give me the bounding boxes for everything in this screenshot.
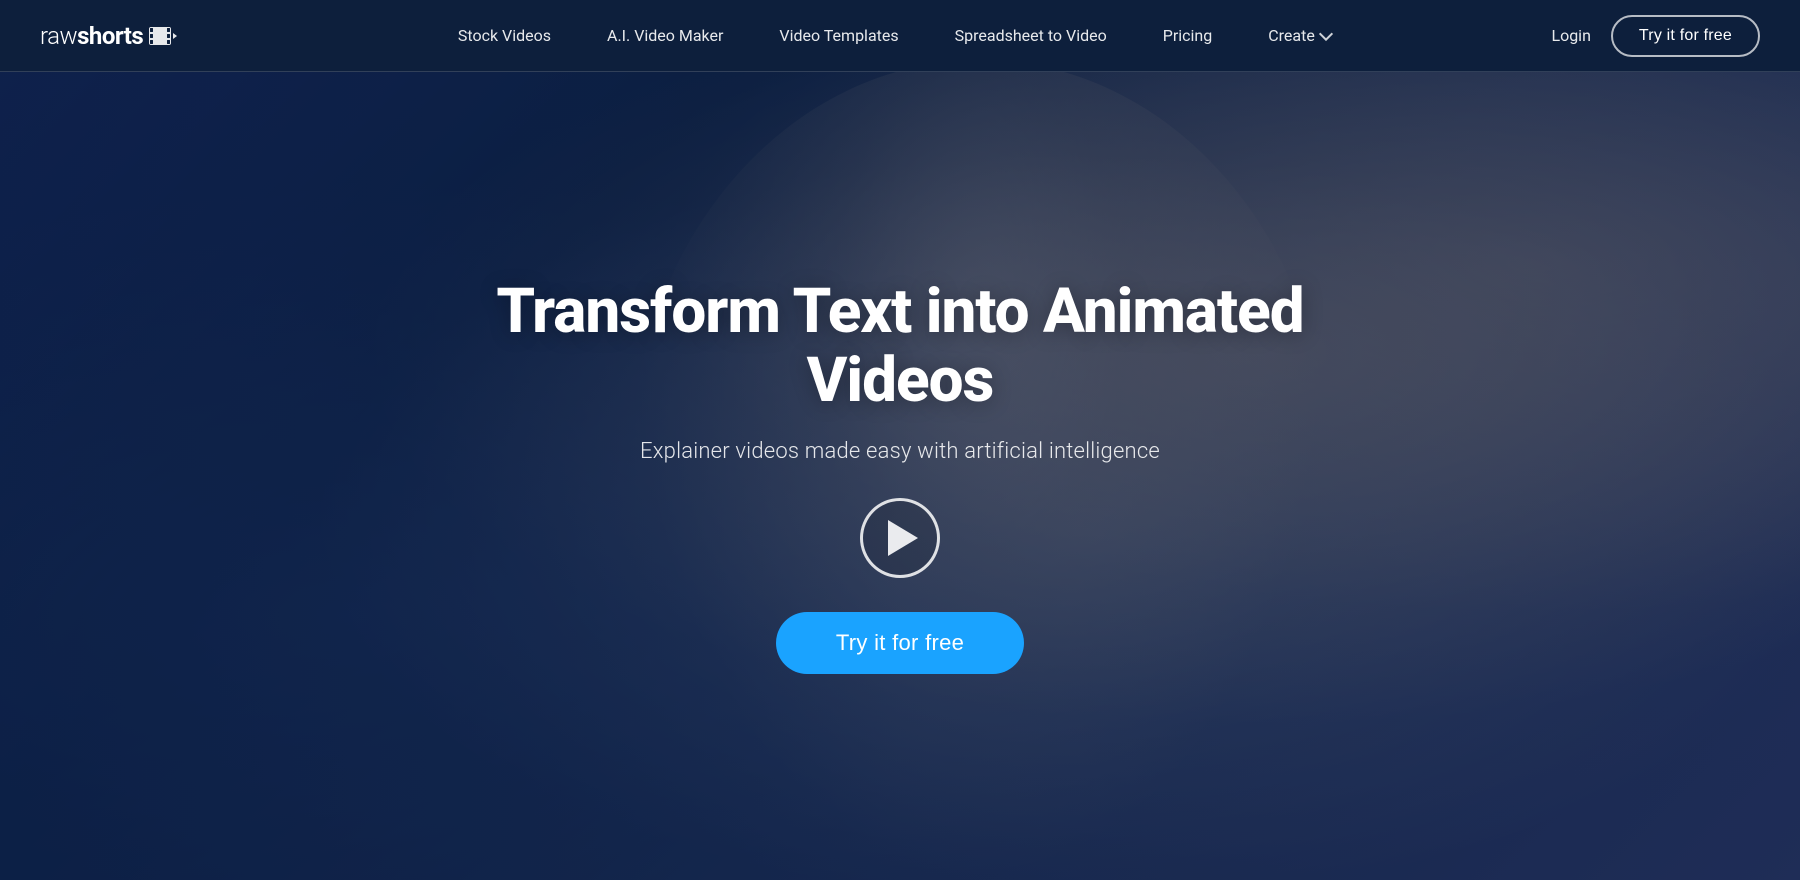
hero-try-free-button[interactable]: Try it for free bbox=[776, 612, 1024, 674]
nav-stock-videos[interactable]: Stock Videos bbox=[430, 0, 579, 72]
hero-content: Transform Text into Animated Videos Expl… bbox=[0, 0, 1800, 880]
nav-right: Login Try it for free bbox=[1551, 15, 1760, 57]
hero-title: Transform Text into Animated Videos bbox=[450, 278, 1350, 414]
hero-section: Transform Text into Animated Videos Expl… bbox=[0, 0, 1800, 880]
nav-spreadsheet-to-video[interactable]: Spreadsheet to Video bbox=[927, 0, 1135, 72]
nav-create[interactable]: Create bbox=[1240, 0, 1359, 72]
chevron-down-icon bbox=[1319, 27, 1333, 41]
hero-subtitle: Explainer videos made easy with artifici… bbox=[640, 439, 1160, 464]
nav-pricing[interactable]: Pricing bbox=[1135, 0, 1241, 72]
play-icon bbox=[888, 520, 918, 556]
logo[interactable]: rawshorts bbox=[40, 22, 177, 50]
logo-text-raw: raw bbox=[40, 22, 77, 50]
navbar: rawshorts Stock Videos A.I. Video Maker … bbox=[0, 0, 1800, 72]
nav-ai-video-maker[interactable]: A.I. Video Maker bbox=[579, 0, 751, 72]
nav-video-templates[interactable]: Video Templates bbox=[751, 0, 926, 72]
nav-try-free-button[interactable]: Try it for free bbox=[1611, 15, 1760, 57]
film-icon bbox=[149, 25, 177, 47]
play-button[interactable] bbox=[860, 498, 940, 578]
nav-links: Stock Videos A.I. Video Maker Video Temp… bbox=[237, 0, 1551, 72]
login-link[interactable]: Login bbox=[1551, 26, 1590, 45]
logo-text-shorts: shorts bbox=[77, 22, 143, 50]
